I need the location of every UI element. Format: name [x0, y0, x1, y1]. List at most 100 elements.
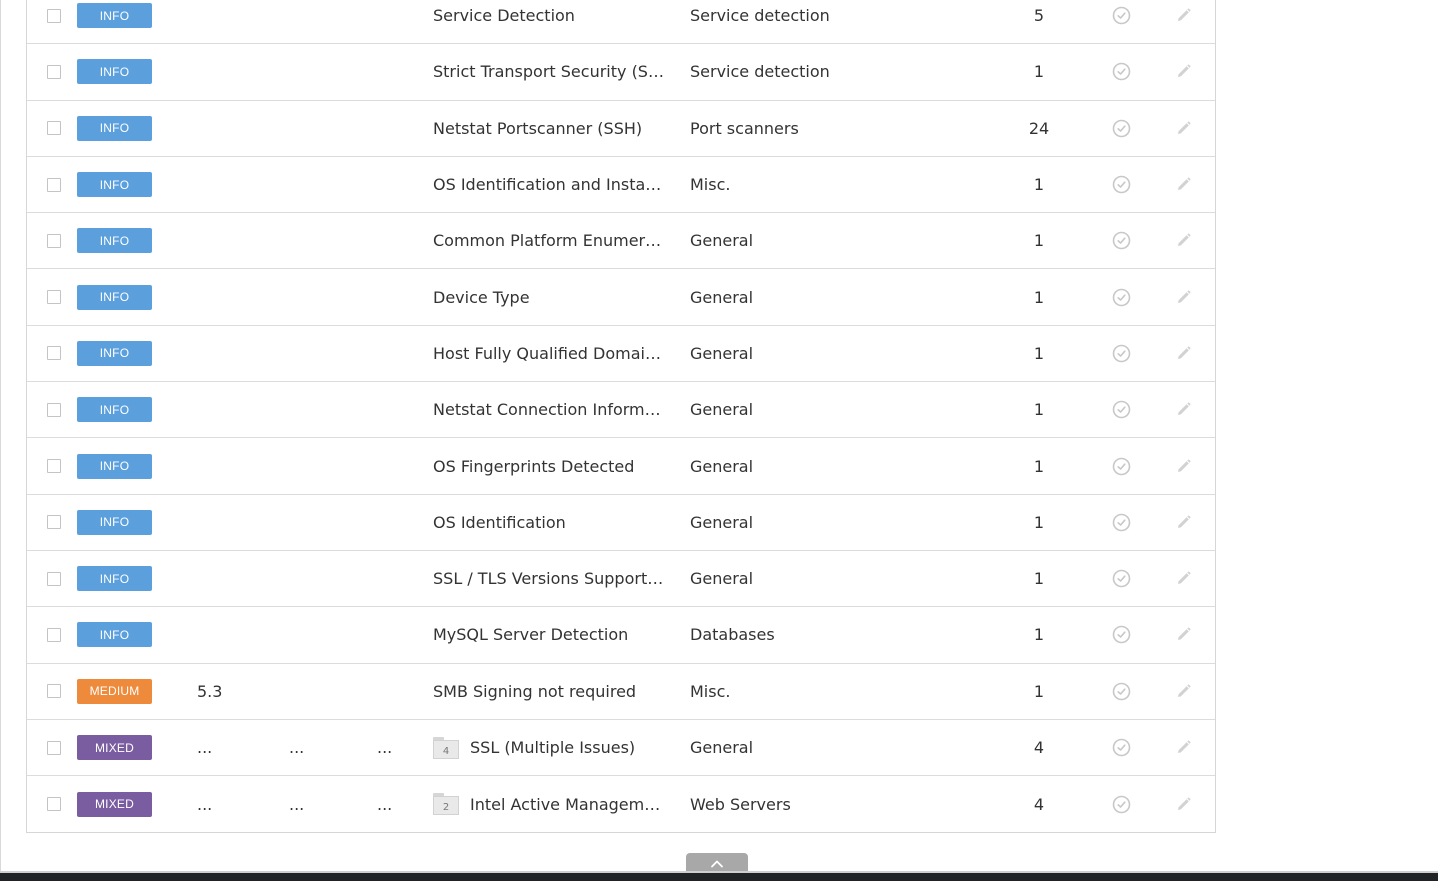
plugin-family: General	[690, 400, 754, 420]
row-checkbox[interactable]	[47, 740, 61, 755]
check-circle-icon[interactable]	[1112, 625, 1131, 644]
group-count: 4	[433, 739, 459, 759]
plugin-name: SSL (Multiple Issues)	[470, 738, 636, 757]
plugin-name-cell[interactable]: Netstat Connection Informat...	[433, 382, 668, 437]
pencil-icon[interactable]	[1175, 626, 1192, 643]
row-checkbox[interactable]	[47, 64, 61, 79]
host-count: 1	[1033, 343, 1045, 363]
plugin-name: Service Detection	[433, 6, 575, 26]
row-checkbox[interactable]	[47, 627, 61, 642]
pencil-icon[interactable]	[1175, 120, 1192, 137]
pencil-icon[interactable]	[1175, 458, 1192, 475]
row-checkbox[interactable]	[47, 515, 61, 530]
severity-badge: INFO	[77, 115, 152, 141]
check-circle-icon[interactable]	[1112, 175, 1131, 194]
plugin-family: Misc.	[690, 681, 731, 701]
table-row[interactable]: MIXED......... 2 Intel Active Manageme... W…	[27, 776, 1215, 832]
pencil-icon[interactable]	[1175, 570, 1192, 587]
plugin-name-cell[interactable]: Strict Transport Security (STS...	[433, 44, 668, 99]
check-circle-icon[interactable]	[1112, 569, 1131, 588]
row-checkbox[interactable]	[47, 8, 61, 23]
table-row[interactable]: INFO Service Detection Service detection 5	[27, 0, 1215, 45]
plugin-name-cell[interactable]: OS Identification and Installe...	[433, 157, 668, 212]
table-row[interactable]: MIXED......... 4 SSL (Multiple Issues) Gene…	[27, 720, 1215, 777]
row-checkbox[interactable]	[47, 121, 61, 136]
plugin-name-cell[interactable]: OS Fingerprints Detected	[433, 438, 668, 493]
host-count: 1	[1033, 62, 1045, 82]
pencil-icon[interactable]	[1175, 63, 1192, 80]
severity-badge: INFO	[77, 397, 152, 423]
row-checkbox[interactable]	[47, 233, 61, 248]
plugin-name: SMB Signing not required	[433, 681, 637, 701]
table-row[interactable]: INFO MySQL Server Detection Databases 1	[27, 607, 1215, 664]
row-checkbox[interactable]	[47, 571, 61, 586]
check-circle-icon[interactable]	[1112, 457, 1131, 476]
plugin-name-cell[interactable]: Netstat Portscanner (SSH)	[433, 101, 668, 156]
plugin-name: Host Fully Qualified Domain ...	[433, 343, 665, 363]
check-circle-icon[interactable]	[1112, 6, 1131, 25]
severity-badge: INFO	[77, 228, 152, 254]
row-checkbox[interactable]	[47, 290, 61, 305]
table-row[interactable]: INFO Netstat Connection Informat... Genera…	[27, 382, 1215, 439]
table-row[interactable]: INFO Host Fully Qualified Domain ... Gener…	[27, 326, 1215, 383]
plugin-name-cell[interactable]: 4 SSL (Multiple Issues)	[433, 720, 668, 775]
pencil-icon[interactable]	[1175, 345, 1192, 362]
pencil-icon[interactable]	[1175, 514, 1192, 531]
table-row[interactable]: INFO OS Identification General 1	[27, 495, 1215, 551]
host-count: 4	[1033, 794, 1045, 814]
row-checkbox[interactable]	[47, 177, 61, 192]
pencil-icon[interactable]	[1175, 683, 1192, 700]
pencil-icon[interactable]	[1175, 176, 1192, 193]
check-circle-icon[interactable]	[1112, 738, 1131, 757]
collapse-panel-button[interactable]	[686, 853, 748, 873]
page-left-border	[0, 0, 1, 873]
host-count: 1	[1033, 512, 1045, 532]
table-row[interactable]: INFO Netstat Portscanner (SSH) Port scanne…	[27, 101, 1215, 157]
pencil-icon[interactable]	[1175, 232, 1192, 249]
plugin-name-cell[interactable]: Service Detection	[433, 0, 668, 43]
check-circle-icon[interactable]	[1112, 513, 1131, 532]
pencil-icon[interactable]	[1175, 796, 1192, 813]
plugin-name-cell[interactable]: Device Type	[433, 269, 668, 324]
check-circle-icon[interactable]	[1112, 344, 1131, 363]
plugin-name-cell[interactable]: OS Identification	[433, 495, 668, 550]
row-checkbox[interactable]	[47, 346, 61, 361]
row-checkbox[interactable]	[47, 797, 61, 812]
plugin-name-cell[interactable]: SSL / TLS Versions Supported	[433, 551, 668, 606]
plugin-name: MySQL Server Detection	[433, 625, 629, 645]
check-circle-icon[interactable]	[1112, 400, 1131, 419]
table-row[interactable]: INFO OS Identification and Installe... Mis…	[27, 157, 1215, 214]
plugin-name-cell[interactable]: MySQL Server Detection	[433, 607, 668, 662]
vulnerabilities-table: INFO Service Detection Service detection 5 I…	[26, 0, 1216, 834]
check-circle-icon[interactable]	[1112, 231, 1131, 250]
check-circle-icon[interactable]	[1112, 62, 1131, 81]
pencil-icon[interactable]	[1175, 7, 1192, 24]
row-checkbox[interactable]	[47, 402, 61, 417]
table-row[interactable]: INFO SSL / TLS Versions Supported General 1	[27, 551, 1215, 608]
row-checkbox[interactable]	[47, 459, 61, 474]
vpr-score: ...	[289, 794, 305, 814]
plugin-name-cell[interactable]: Common Platform Enumerat...	[433, 213, 668, 268]
severity-badge: INFO	[77, 622, 152, 648]
check-circle-icon[interactable]	[1112, 682, 1131, 701]
plugin-name-cell[interactable]: Host Fully Qualified Domain ...	[433, 326, 668, 381]
severity-badge: INFO	[77, 566, 152, 592]
check-circle-icon[interactable]	[1112, 288, 1131, 307]
severity-badge: INFO	[77, 3, 152, 29]
table-row[interactable]: INFO Common Platform Enumerat... General 1	[27, 213, 1215, 270]
row-checkbox[interactable]	[47, 684, 61, 699]
table-row[interactable]: INFO OS Fingerprints Detected General 1	[27, 438, 1215, 495]
table-row[interactable]: INFO Strict Transport Security (STS... Ser…	[27, 44, 1215, 101]
host-count: 1	[1033, 625, 1045, 645]
plugin-name-cell[interactable]: SMB Signing not required	[433, 664, 668, 719]
check-circle-icon[interactable]	[1112, 119, 1131, 138]
pencil-icon[interactable]	[1175, 289, 1192, 306]
pencil-icon[interactable]	[1175, 739, 1192, 756]
cvss-score: 5.3	[197, 681, 223, 701]
severity-badge: MIXED	[77, 791, 152, 817]
table-row[interactable]: MEDIUM 5.3 SMB Signing not required Misc. 1	[27, 664, 1215, 720]
table-row[interactable]: INFO Device Type General 1	[27, 269, 1215, 326]
plugin-name-cell[interactable]: 2 Intel Active Manageme...	[433, 776, 668, 832]
check-circle-icon[interactable]	[1112, 795, 1131, 814]
pencil-icon[interactable]	[1175, 401, 1192, 418]
